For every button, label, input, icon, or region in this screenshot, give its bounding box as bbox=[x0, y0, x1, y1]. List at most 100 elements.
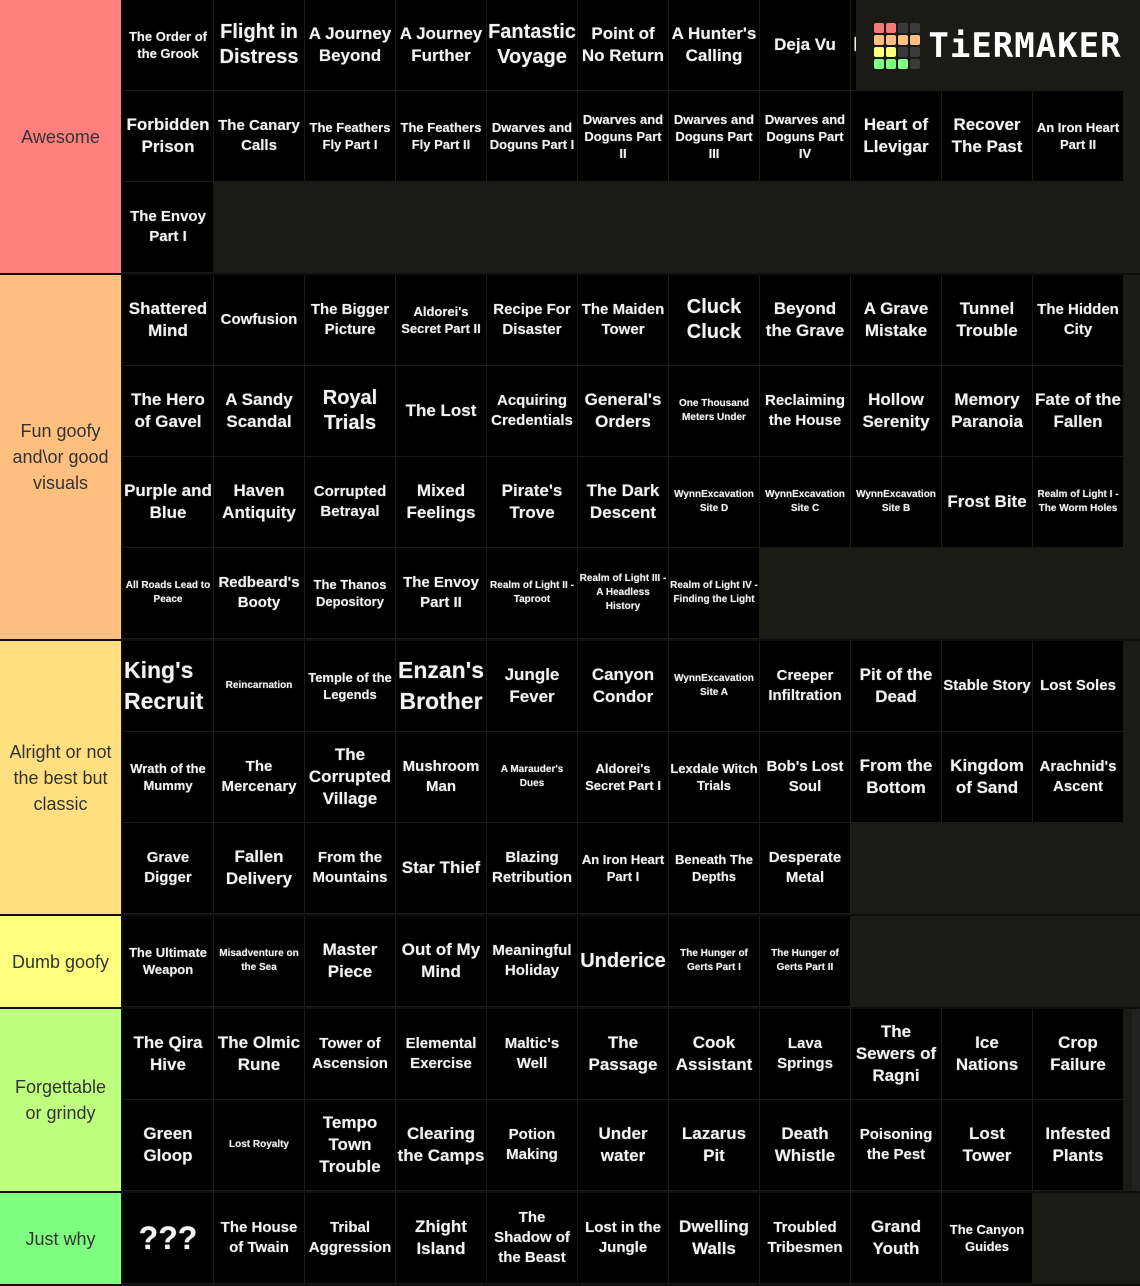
tier-item[interactable]: The Sewers of Ragni bbox=[851, 1009, 941, 1099]
tier-item[interactable]: Mushroom Man bbox=[396, 732, 486, 822]
tier-item[interactable]: The Thanos Depository bbox=[305, 548, 395, 638]
tier-item[interactable]: WynnExcavation Site D bbox=[669, 457, 759, 547]
tier-item[interactable]: Kingdom of Sand bbox=[942, 732, 1032, 822]
tier-item[interactable]: Dwarves and Doguns Part IV bbox=[760, 91, 850, 181]
tier-item[interactable]: Cowfusion bbox=[214, 275, 304, 365]
tier-item[interactable]: Realm of Light II - Taproot bbox=[487, 548, 577, 638]
tier-items[interactable]: ??? The House of Twain Tribal Aggression Zh… bbox=[123, 1193, 1140, 1284]
tier-item[interactable]: Lost Soles bbox=[1033, 641, 1123, 731]
tier-item[interactable]: Hollow Serenity bbox=[851, 366, 941, 456]
tier-item[interactable]: The Maiden Tower bbox=[578, 275, 668, 365]
tier-item[interactable]: Green Gloop bbox=[123, 1100, 213, 1190]
tier-item[interactable]: Fallen Delivery bbox=[214, 823, 304, 913]
tier-item[interactable]: Acquiring Credentials bbox=[487, 366, 577, 456]
tier-item[interactable]: Heart of Llevigar bbox=[851, 91, 941, 181]
tier-item[interactable]: Out of My Mind bbox=[396, 916, 486, 1006]
tier-item[interactable]: The Hunger of Gerts Part II bbox=[760, 916, 850, 1006]
tier-item[interactable]: The Hunger of Gerts Part I bbox=[669, 916, 759, 1006]
tier-item[interactable]: Mixed Feelings bbox=[396, 457, 486, 547]
tier-item[interactable]: Point of No Return bbox=[578, 0, 668, 90]
tier-item[interactable]: The Mercenary bbox=[214, 732, 304, 822]
tier-item[interactable]: The Passage bbox=[578, 1009, 668, 1099]
tier-item[interactable]: Aldorei's Secret Part II bbox=[396, 275, 486, 365]
tier-item[interactable]: Clearing the Camps bbox=[396, 1100, 486, 1190]
tier-item[interactable]: Recipe For Disaster bbox=[487, 275, 577, 365]
tier-item[interactable]: Meaningful Holiday bbox=[487, 916, 577, 1006]
tier-item[interactable]: All Roads Lead to Peace bbox=[123, 548, 213, 638]
tier-item[interactable]: Poisoning the Pest bbox=[851, 1100, 941, 1190]
tier-item[interactable]: Canyon Condor bbox=[578, 641, 668, 731]
tier-item[interactable]: An Iron Heart Part I bbox=[578, 823, 668, 913]
tier-item[interactable]: Under water bbox=[578, 1100, 668, 1190]
tier-item[interactable]: A Grave Mistake bbox=[851, 275, 941, 365]
tier-label[interactable]: Fun goofy and\or good visuals bbox=[0, 275, 123, 639]
tier-item[interactable]: Dwarves and Doguns Part III bbox=[669, 91, 759, 181]
tier-item[interactable]: A Journey Beyond bbox=[305, 0, 395, 90]
tier-label[interactable]: Alright or not the best but classic bbox=[0, 641, 123, 914]
tier-item[interactable]: Lost Royalty bbox=[214, 1100, 304, 1190]
tier-item[interactable]: Jungle Fever bbox=[487, 641, 577, 731]
tier-item[interactable]: The Hero of Gavel bbox=[123, 366, 213, 456]
tier-item[interactable]: The Canary Calls bbox=[214, 91, 304, 181]
tier-item[interactable]: WynnExcavation Site C bbox=[760, 457, 850, 547]
tier-item[interactable]: The Hidden City bbox=[1033, 275, 1123, 365]
tier-item[interactable]: The Canyon Guides bbox=[942, 1193, 1032, 1283]
tier-item[interactable]: Grand Youth bbox=[851, 1193, 941, 1283]
tier-item[interactable]: Pirate's Trove bbox=[487, 457, 577, 547]
tier-item[interactable]: Forbidden Prison bbox=[123, 91, 213, 181]
tier-item[interactable]: The Qira Hive bbox=[123, 1009, 213, 1099]
tier-item[interactable]: Recover The Past bbox=[942, 91, 1032, 181]
tier-item[interactable]: Royal Trials bbox=[305, 366, 395, 456]
tier-item[interactable]: Realm of Light III - A Headless History bbox=[578, 548, 668, 638]
tier-items[interactable]: The Qira Hive The Olmic Rune Tower of Asce… bbox=[123, 1009, 1140, 1191]
tier-item[interactable]: Potion Making bbox=[487, 1100, 577, 1190]
tier-item[interactable]: Aldorei's Secret Part I bbox=[578, 732, 668, 822]
tier-item[interactable]: Master Piece bbox=[305, 916, 395, 1006]
tier-item[interactable]: The Bigger Picture bbox=[305, 275, 395, 365]
scrollbar[interactable] bbox=[1132, 1009, 1140, 1191]
tier-item[interactable]: A Journey Further bbox=[396, 0, 486, 90]
tier-item[interactable]: Tempo Town Trouble bbox=[305, 1100, 395, 1190]
tier-item[interactable]: Dwarves and Doguns Part I bbox=[487, 91, 577, 181]
tier-item[interactable]: Dwelling Walls bbox=[669, 1193, 759, 1283]
tiermaker-logo[interactable]: TiERMAKER bbox=[856, 0, 1140, 91]
tier-item[interactable]: Cluck Cluck bbox=[669, 275, 759, 365]
tier-item[interactable]: Lost in the Jungle bbox=[578, 1193, 668, 1283]
tier-item[interactable]: Tunnel Trouble bbox=[942, 275, 1032, 365]
tier-item[interactable]: Ice Nations bbox=[942, 1009, 1032, 1099]
tier-item[interactable]: Lazarus Pit bbox=[669, 1100, 759, 1190]
tier-item[interactable]: General's Orders bbox=[578, 366, 668, 456]
tier-item[interactable]: The Envoy Part I bbox=[123, 182, 213, 272]
tier-item[interactable]: Temple of the Legends bbox=[305, 641, 395, 731]
tier-item[interactable]: Troubled Tribesmen bbox=[760, 1193, 850, 1283]
tier-item[interactable]: The Lost bbox=[396, 366, 486, 456]
tier-item[interactable]: Memory Paranoia bbox=[942, 366, 1032, 456]
tier-item[interactable]: Zhight Island bbox=[396, 1193, 486, 1283]
tier-label[interactable]: Forgettable or grindy bbox=[0, 1009, 123, 1191]
tier-item[interactable]: The Feathers Fly Part II bbox=[396, 91, 486, 181]
tier-item[interactable]: One Thousand Meters Under bbox=[669, 366, 759, 456]
tier-item[interactable]: The Order of the Grook bbox=[123, 0, 213, 90]
tier-item[interactable]: Flight in Distress bbox=[214, 0, 304, 90]
tier-item[interactable]: The Feathers Fly Part I bbox=[305, 91, 395, 181]
tier-label[interactable]: Awesome bbox=[0, 0, 123, 273]
tier-item[interactable]: Creeper Infiltration bbox=[760, 641, 850, 731]
tier-item[interactable]: Stable Story bbox=[942, 641, 1032, 731]
tier-item[interactable]: Lost Tower bbox=[942, 1100, 1032, 1190]
tier-item[interactable]: The Shadow of the Beast bbox=[487, 1193, 577, 1283]
tier-item[interactable]: Wrath of the Mummy bbox=[123, 732, 213, 822]
tier-items[interactable]: King's Recruit Reincarnation Temple of the… bbox=[123, 641, 1140, 914]
tier-item[interactable]: Blazing Retribution bbox=[487, 823, 577, 913]
tier-item[interactable]: Desperate Metal bbox=[760, 823, 850, 913]
tier-item[interactable]: ??? bbox=[123, 1193, 213, 1283]
tier-items[interactable]: The Ultimate Weapon Misadventure on the S… bbox=[123, 916, 1140, 1007]
tier-item[interactable]: Fantastic Voyage bbox=[487, 0, 577, 90]
tier-item[interactable]: Deja Vu bbox=[760, 0, 850, 90]
tier-item[interactable]: Fate of the Fallen bbox=[1033, 366, 1123, 456]
tier-item[interactable]: From the Bottom bbox=[851, 732, 941, 822]
tier-item[interactable]: The Olmic Rune bbox=[214, 1009, 304, 1099]
tier-item[interactable]: Maltic's Well bbox=[487, 1009, 577, 1099]
tier-item[interactable]: The House of Twain bbox=[214, 1193, 304, 1283]
tier-item[interactable]: WynnExcavation Site B bbox=[851, 457, 941, 547]
tier-item[interactable]: Infested Plants bbox=[1033, 1100, 1123, 1190]
